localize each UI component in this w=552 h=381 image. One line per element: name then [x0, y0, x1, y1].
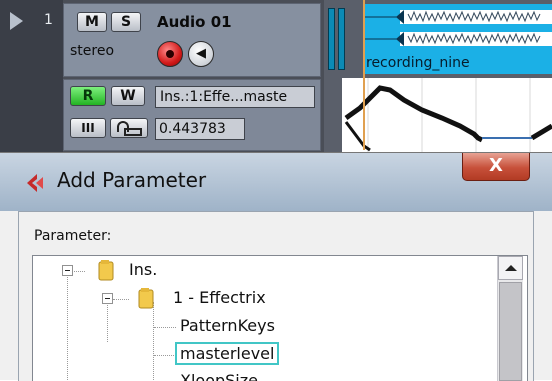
parameter-tree[interactable]: Ins. 1 - Effectrix PatternKeys masterlev…	[32, 255, 528, 381]
cubase-logo-icon	[27, 174, 43, 192]
tree-connector	[113, 299, 129, 300]
close-button[interactable]: X	[462, 153, 530, 181]
tree-scrollbar[interactable]	[497, 256, 523, 381]
tree-guide-ins	[107, 302, 108, 342]
automation-lane[interactable]	[342, 78, 552, 155]
automation-parameter-select[interactable]: Ins.:1:Effe...maste	[155, 86, 315, 108]
daw-project-window: 1 M S Audio 01 stereo ◀ R W Ins.:1:Effe.…	[0, 0, 552, 155]
tree-connector	[154, 355, 176, 356]
lock-body	[124, 128, 142, 136]
tree-guide-effectrix	[153, 302, 154, 381]
waveform	[364, 10, 552, 46]
write-automation-button[interactable]: W	[111, 86, 145, 106]
tree-item-effectrix[interactable]: 1 - Effectrix	[173, 288, 266, 307]
add-parameter-dialog: Add Parameter X Parameter: Ins. 1 - Effe…	[0, 152, 552, 381]
solo-button[interactable]: S	[111, 12, 141, 32]
parameter-label: Parameter:	[34, 228, 112, 244]
speaker-icon[interactable]: ◀	[188, 41, 214, 67]
track-name[interactable]: Audio 01	[157, 13, 232, 31]
dialog-title: Add Parameter	[57, 168, 207, 192]
folder-icon	[138, 288, 154, 309]
level-meter-left	[328, 8, 335, 70]
show-lanes-button[interactable]: III	[70, 118, 106, 138]
tree-item-masterlevel[interactable]: masterlevel	[175, 342, 280, 365]
read-automation-button[interactable]: R	[70, 86, 106, 106]
automation-value-field[interactable]: 0.443783	[155, 118, 245, 140]
tree-item-ins[interactable]: Ins.	[129, 260, 157, 279]
collapse-ins-icon[interactable]	[62, 265, 73, 276]
folder-icon	[98, 260, 114, 281]
scroll-thumb[interactable]	[499, 282, 522, 381]
level-meter-right	[338, 8, 345, 70]
track-number: 1	[44, 12, 53, 28]
record-icon[interactable]	[157, 41, 183, 67]
scroll-up-icon[interactable]	[498, 256, 523, 280]
tree-connector	[154, 327, 176, 328]
automation-curve	[344, 78, 552, 155]
audio-event-name: recording_nine	[366, 55, 470, 71]
channel-mode: stereo	[70, 43, 115, 59]
play-triangle-icon[interactable]	[10, 12, 23, 30]
tree-item-patternkeys[interactable]: PatternKeys	[180, 316, 275, 335]
project-cursor	[363, 0, 365, 150]
lock-icon[interactable]	[110, 118, 148, 138]
collapse-effectrix-icon[interactable]	[102, 293, 113, 304]
tree-guide-root	[67, 274, 68, 381]
dialog-titlebar[interactable]: Add Parameter X	[0, 153, 552, 211]
mute-button[interactable]: M	[77, 12, 107, 32]
track-header-strip: 1	[0, 0, 63, 155]
